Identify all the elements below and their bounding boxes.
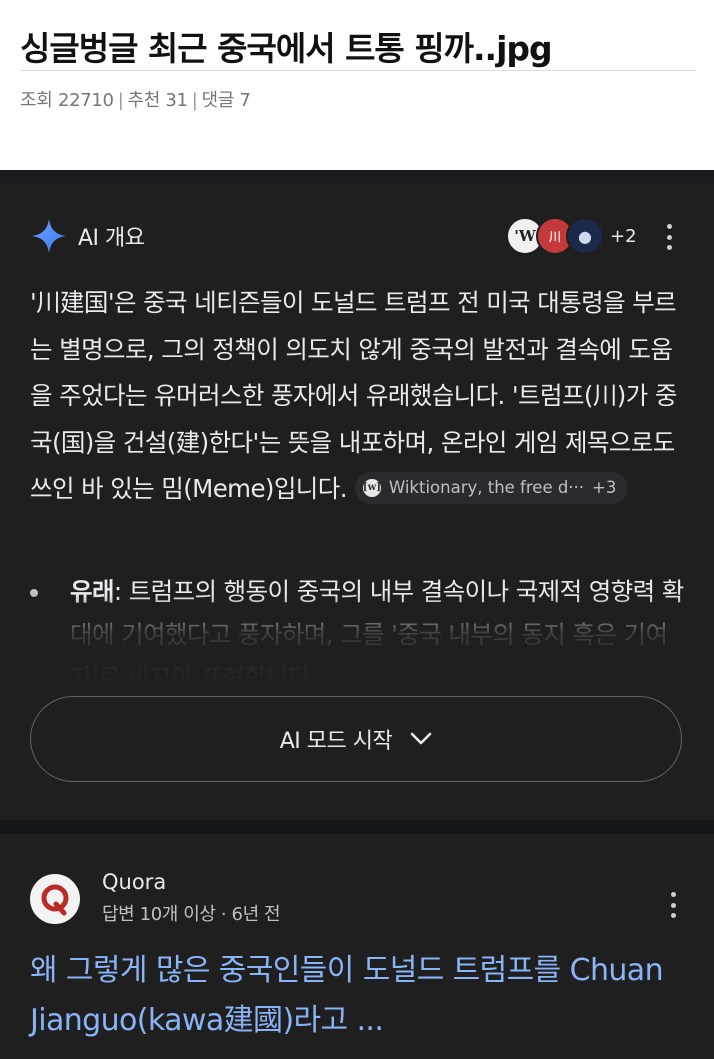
more-sources-count[interactable]: +2 — [610, 226, 637, 247]
screenshot-top-edge — [0, 170, 714, 184]
more-options-icon[interactable] — [669, 892, 677, 918]
post-header: 싱글벙글 최근 중국에서 트통 핑까..jpg 조회 22710 | 추천 31 | 댓… — [0, 0, 714, 170]
steam-icon[interactable]: ● — [566, 217, 604, 255]
ai-mode-button[interactable]: AI 모드 시작 — [30, 696, 682, 782]
views-count: 조회 22710 — [20, 90, 114, 111]
wiktionary-icon: [w] — [363, 479, 381, 497]
ai-overview-card: AI 개요 'W 川 ● +2 '川建国'은 중국 네티즌들이 도널드 트럼프 … — [0, 184, 714, 820]
result-title-link[interactable]: 왜 그렇게 많은 중국인들이 도널드 트럼프를 Chuan Jianguo(ka… — [30, 946, 690, 1046]
quora-logo-icon[interactable] — [30, 874, 80, 924]
result-site-name[interactable]: Quora — [102, 870, 166, 894]
ai-overview-text: '川建国'은 중국 네티즌들이 도널드 트럼프 전 미국 대통령을 부르는 별명… — [30, 280, 690, 513]
meta-separator: | — [191, 90, 198, 111]
source-icons[interactable]: 'W 川 ● +2 — [506, 216, 637, 256]
chevron-down-icon — [410, 732, 432, 745]
ai-mode-label: AI 모드 시작 — [279, 729, 393, 754]
ai-overview-title: AI 개요 — [78, 226, 145, 251]
result-meta: 답변 10개 이상 · 6년 전 — [102, 904, 281, 925]
post-title: 싱글벙글 최근 중국에서 트통 핑까..jpg — [20, 29, 553, 68]
search-result-quora: Quora 답변 10개 이상 · 6년 전 왜 그렇게 많은 중국인들이 도널… — [0, 834, 714, 1059]
meta-separator: | — [117, 90, 124, 111]
sparkle-icon — [31, 218, 67, 254]
citation-chip[interactable]: [w] Wiktionary, the free d··· +3 — [354, 472, 629, 504]
citation-count: +3 — [592, 477, 617, 497]
more-options-icon[interactable] — [665, 224, 673, 250]
title-divider — [20, 70, 696, 71]
post-meta: 조회 22710 | 추천 31 | 댓글 7 — [20, 86, 251, 112]
recommend-count: 추천 31 — [127, 90, 188, 111]
ai-overview-header: AI 개요 — [30, 218, 145, 254]
comments-count[interactable]: 댓글 7 — [201, 90, 250, 111]
citation-label: Wiktionary, the free d··· — [388, 477, 585, 497]
quora-q-icon — [41, 884, 69, 916]
card-divider — [0, 820, 714, 834]
